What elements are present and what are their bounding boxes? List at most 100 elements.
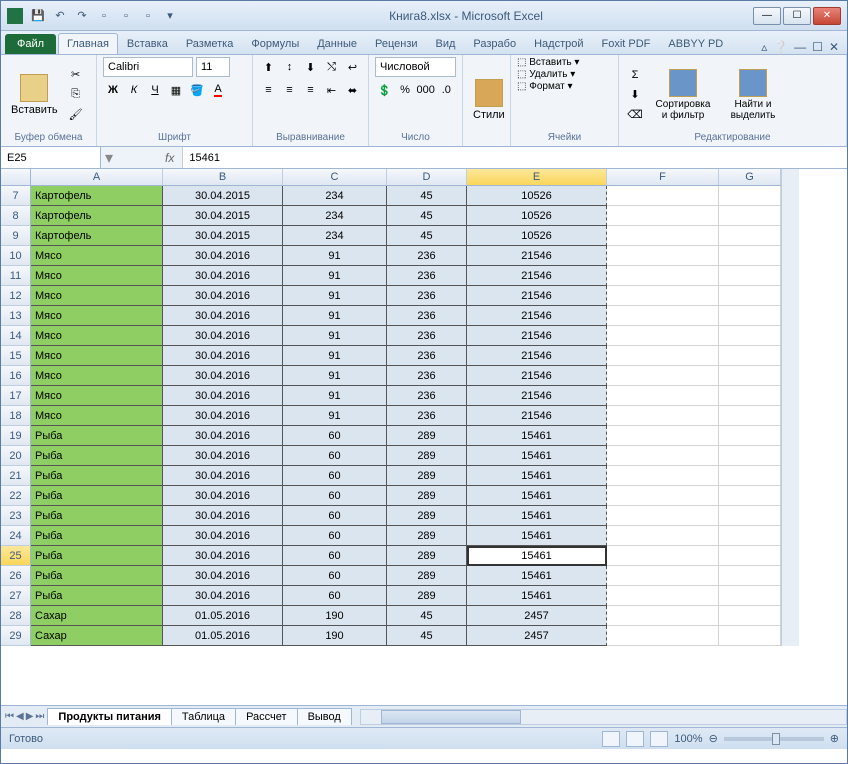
cell-D13[interactable]: 236 <box>387 306 467 326</box>
cell-A11[interactable]: Мясо <box>31 266 163 286</box>
cell-D20[interactable]: 289 <box>387 446 467 466</box>
cell-C16[interactable]: 91 <box>283 366 387 386</box>
vertical-scrollbar[interactable] <box>781 186 799 206</box>
column-header-D[interactable]: D <box>387 169 467 186</box>
cell-A22[interactable]: Рыба <box>31 486 163 506</box>
cell-F25[interactable] <box>607 546 719 566</box>
cell-C7[interactable]: 234 <box>283 186 387 206</box>
cell-F24[interactable] <box>607 526 719 546</box>
ribbon-tab-вставка[interactable]: Вставка <box>118 33 177 54</box>
file-tab[interactable]: Файл <box>5 34 56 54</box>
ribbon-tab-данные[interactable]: Данные <box>308 33 366 54</box>
row-header-8[interactable]: 8 <box>1 206 31 226</box>
sort-filter-button[interactable]: Сортировка и фильтр <box>649 67 717 123</box>
cell-F9[interactable] <box>607 226 719 246</box>
vertical-scrollbar[interactable] <box>781 286 799 306</box>
cell-G18[interactable] <box>719 406 781 426</box>
cell-F21[interactable] <box>607 466 719 486</box>
select-all-corner[interactable] <box>1 169 31 186</box>
cell-B26[interactable]: 30.04.2016 <box>163 566 283 586</box>
qat-icon[interactable]: ▫ <box>95 7 113 25</box>
cell-E12[interactable]: 21546 <box>467 286 607 306</box>
cell-B15[interactable]: 30.04.2016 <box>163 346 283 366</box>
cell-D12[interactable]: 236 <box>387 286 467 306</box>
cell-E29[interactable]: 2457 <box>467 626 607 646</box>
zoom-in-button[interactable]: ⊕ <box>830 732 839 745</box>
cell-G13[interactable] <box>719 306 781 326</box>
sheet-tab[interactable]: Рассчет <box>235 708 298 725</box>
row-header-13[interactable]: 13 <box>1 306 31 326</box>
row-header-21[interactable]: 21 <box>1 466 31 486</box>
cell-A27[interactable]: Рыба <box>31 586 163 606</box>
qat-icon[interactable]: ▫ <box>139 7 157 25</box>
cell-A23[interactable]: Рыба <box>31 506 163 526</box>
cell-C11[interactable]: 91 <box>283 266 387 286</box>
row-header-29[interactable]: 29 <box>1 626 31 646</box>
vertical-scrollbar[interactable] <box>781 566 799 586</box>
cell-F29[interactable] <box>607 626 719 646</box>
cell-F23[interactable] <box>607 506 719 526</box>
cell-B23[interactable]: 30.04.2016 <box>163 506 283 526</box>
page-break-view-button[interactable] <box>650 731 668 747</box>
help-icon[interactable]: ❔ <box>773 40 788 54</box>
cell-A8[interactable]: Картофель <box>31 206 163 226</box>
cell-B22[interactable]: 30.04.2016 <box>163 486 283 506</box>
row-header-14[interactable]: 14 <box>1 326 31 346</box>
cell-E20[interactable]: 15461 <box>467 446 607 466</box>
vertical-scrollbar[interactable] <box>781 626 799 646</box>
cell-D28[interactable]: 45 <box>387 606 467 626</box>
font-color-button[interactable]: А <box>208 80 228 100</box>
row-header-19[interactable]: 19 <box>1 426 31 446</box>
cell-F13[interactable] <box>607 306 719 326</box>
vertical-scrollbar[interactable] <box>781 206 799 226</box>
cell-F22[interactable] <box>607 486 719 506</box>
cell-A15[interactable]: Мясо <box>31 346 163 366</box>
cell-E11[interactable]: 21546 <box>467 266 607 286</box>
cell-E8[interactable]: 10526 <box>467 206 607 226</box>
cell-G16[interactable] <box>719 366 781 386</box>
cell-C28[interactable]: 190 <box>283 606 387 626</box>
cell-B25[interactable]: 30.04.2016 <box>163 546 283 566</box>
cell-B19[interactable]: 30.04.2016 <box>163 426 283 446</box>
cell-E10[interactable]: 21546 <box>467 246 607 266</box>
clear-icon[interactable]: ⌫ <box>625 106 645 124</box>
formula-bar[interactable]: 15461 <box>182 147 847 168</box>
align-center-icon[interactable]: ≡ <box>280 80 300 100</box>
fill-icon[interactable]: ⬇ <box>625 86 645 104</box>
cell-C13[interactable]: 91 <box>283 306 387 326</box>
cell-B11[interactable]: 30.04.2016 <box>163 266 283 286</box>
row-header-15[interactable]: 15 <box>1 346 31 366</box>
cell-A9[interactable]: Картофель <box>31 226 163 246</box>
cell-A26[interactable]: Рыба <box>31 566 163 586</box>
scrollbar-thumb[interactable] <box>381 710 521 724</box>
cell-F12[interactable] <box>607 286 719 306</box>
cell-A24[interactable]: Рыба <box>31 526 163 546</box>
cell-C25[interactable]: 60 <box>283 546 387 566</box>
row-header-10[interactable]: 10 <box>1 246 31 266</box>
row-header-16[interactable]: 16 <box>1 366 31 386</box>
wrap-text-icon[interactable]: ↩ <box>343 57 363 77</box>
vertical-scrollbar[interactable] <box>781 406 799 426</box>
format-painter-icon[interactable]: 🖌 <box>66 106 86 124</box>
font-size-combo[interactable]: 11 <box>196 57 230 77</box>
cell-E28[interactable]: 2457 <box>467 606 607 626</box>
paste-button[interactable]: Вставить <box>7 72 62 118</box>
column-header-G[interactable]: G <box>719 169 781 186</box>
cell-D14[interactable]: 236 <box>387 326 467 346</box>
name-box[interactable]: E25 <box>1 147 101 168</box>
cell-C15[interactable]: 91 <box>283 346 387 366</box>
cell-D8[interactable]: 45 <box>387 206 467 226</box>
cell-E16[interactable]: 21546 <box>467 366 607 386</box>
cell-G10[interactable] <box>719 246 781 266</box>
cell-C12[interactable]: 91 <box>283 286 387 306</box>
cell-D25[interactable]: 289 <box>387 546 467 566</box>
cell-E13[interactable]: 21546 <box>467 306 607 326</box>
vertical-scrollbar[interactable] <box>781 386 799 406</box>
cell-C19[interactable]: 60 <box>283 426 387 446</box>
cell-D10[interactable]: 236 <box>387 246 467 266</box>
cell-G15[interactable] <box>719 346 781 366</box>
autosum-icon[interactable]: Σ <box>625 66 645 84</box>
cell-G23[interactable] <box>719 506 781 526</box>
cell-G28[interactable] <box>719 606 781 626</box>
sheet-tab[interactable]: Вывод <box>297 708 352 725</box>
